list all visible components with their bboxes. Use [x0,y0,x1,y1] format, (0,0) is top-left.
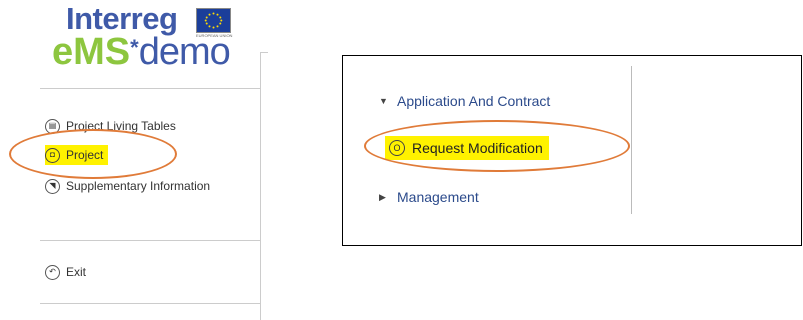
menu-panel: ▼ Application And Contract O Request Mod… [342,55,802,246]
logo-ems: eMS [52,31,131,73]
sidebar-separator-top [40,88,261,89]
tree-item-application-and-contract[interactable]: ▼ Application And Contract [379,93,550,109]
sidebar-item-label: Project [66,148,104,162]
table-icon: ▤ [45,118,60,134]
tree-item-label: Application And Contract [397,93,551,109]
exit-icon: ↶ [45,264,60,280]
interreg-ems-demo-logo: Interreg EUROPEAN UNION eMS*demo [50,2,250,77]
sidebar-divider-tick [260,52,268,53]
logo-star: * [130,35,139,60]
project-icon: ◘ [45,147,60,163]
sidebar-item-label: Exit [66,265,87,279]
sidebar-item-label: Supplementary Information [66,179,211,193]
eu-stars-icon [204,12,223,29]
sidebar-item-project-living-tables[interactable]: ▤ Project Living Tables [45,116,176,136]
caret-down-icon: ▼ [379,96,388,106]
tree-item-label: Management [397,189,479,205]
logo-demo: demo [138,31,231,73]
tree-item-request-modification[interactable]: O Request Modification [385,136,549,160]
sidebar-item-supplementary-information[interactable]: ◥ Supplementary Information [45,176,210,196]
sidebar-item-project[interactable]: ◘ Project [45,145,109,165]
sidebar-separator-bottom [40,303,261,304]
logo-ems-demo-text: eMS*demo [52,30,231,74]
caret-right-icon: ▶ [379,191,386,202]
info-icon: ◥ [45,178,60,194]
panel-divider [631,66,632,214]
sidebar-item-label: Project Living Tables [66,119,176,133]
tree-item-label: Request Modification [412,140,543,156]
circle-o-icon: O [389,140,405,156]
tree-item-management[interactable]: ▶ Management [379,189,479,205]
sidebar-separator-middle [40,240,261,241]
sidebar-divider [260,52,261,320]
sidebar-item-exit[interactable]: ↶ Exit [45,262,86,282]
